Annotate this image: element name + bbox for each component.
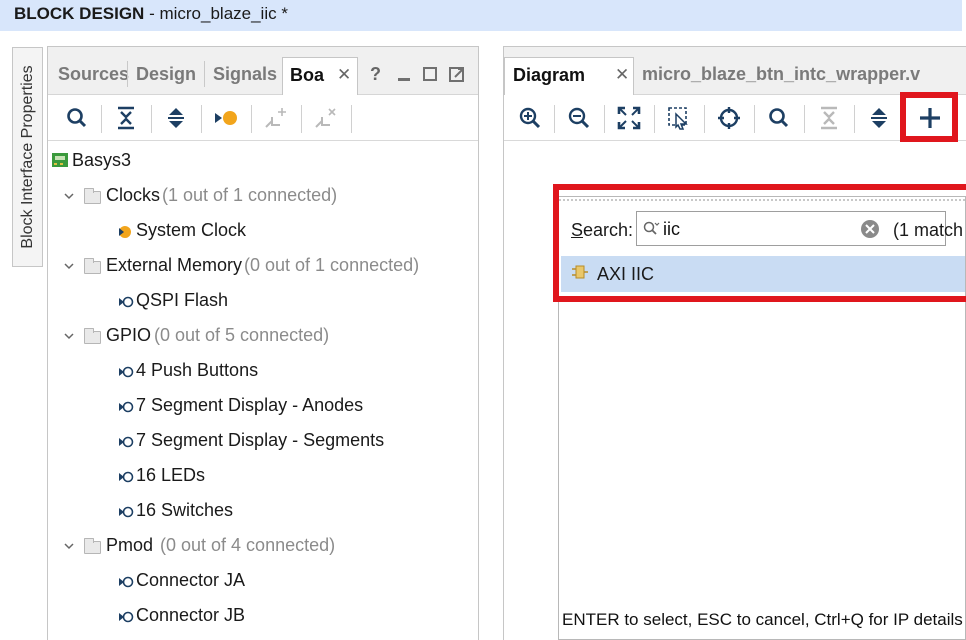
tab-divider <box>204 61 205 87</box>
close-tab-icon[interactable]: ✕ <box>615 66 629 84</box>
tab-wrapper-file[interactable]: micro_blaze_btn_intc_wrapper.v ✕ <box>642 57 942 95</box>
diagram-toolbar <box>504 95 966 141</box>
board-icon <box>52 153 68 167</box>
interface-icon <box>119 576 134 588</box>
interface-icon <box>119 296 134 308</box>
window-title: BLOCK DESIGN <box>14 4 145 23</box>
interface-icon <box>119 471 134 483</box>
interface-icon <box>119 506 134 518</box>
folder-icon <box>84 538 101 554</box>
zoom-in-icon[interactable] <box>517 105 543 131</box>
tab-board-label: Boa <box>290 65 325 85</box>
folder-icon <box>84 328 101 344</box>
group-label: GPIO <box>106 325 152 345</box>
help-icon[interactable]: ? <box>370 65 381 83</box>
folder-icon <box>84 258 101 274</box>
interface-icon <box>119 436 134 448</box>
auto-connect-icon[interactable] <box>213 105 239 131</box>
tree-root-label: Basys3 <box>72 150 132 170</box>
tab-divider <box>127 61 128 87</box>
board-panel-tabs: Sources Design Signals Boa ✕ ? <box>48 47 478 96</box>
group-status: (0 out of 5 connected) <box>154 325 330 345</box>
tab-wrapper-label: micro_blaze_btn_intc_wrapper.v <box>642 64 921 84</box>
group-label: External Memory <box>106 255 243 275</box>
group-label: Clocks <box>106 185 161 205</box>
highlight-search-box <box>553 184 966 302</box>
diagram-panel-tabs: Diagram ✕ micro_blaze_btn_intc_wrapper.v… <box>504 47 966 96</box>
window-title-bar: BLOCK DESIGN - micro_blaze_iic * <box>0 0 962 31</box>
folder-icon <box>84 188 101 204</box>
tab-signals[interactable]: Signals <box>213 57 277 95</box>
expand-icon[interactable] <box>866 105 892 131</box>
tab-diagram[interactable]: Diagram ✕ <box>504 57 634 96</box>
group-status: (0 out of 4 connected) <box>160 535 336 555</box>
tree-item-label: 7 Segment Display - Segments <box>136 430 385 450</box>
tree-item-label: QSPI Flash <box>136 290 229 310</box>
interface-icon <box>119 366 134 378</box>
chevron-down-icon[interactable] <box>64 331 74 341</box>
tree-item-label: Connector JA <box>136 570 246 590</box>
side-tab-label: Block Interface Properties <box>18 65 36 249</box>
tab-sources[interactable]: Sources <box>58 57 129 95</box>
tree-item-label: Connector JB <box>136 605 246 625</box>
minimize-icon[interactable] <box>396 65 412 83</box>
tree-item-label: 16 LEDs <box>136 465 206 485</box>
tree-item-label: System Clock <box>136 220 247 240</box>
group-status: (0 out of 1 connected) <box>244 255 420 275</box>
interface-icon <box>119 611 134 623</box>
connected-interface-icon <box>119 226 131 238</box>
board-toolbar <box>48 95 478 141</box>
collapse-all-icon[interactable] <box>113 105 139 131</box>
close-tab-icon[interactable]: ✕ <box>337 66 351 84</box>
tree-item-label: 16 Switches <box>136 500 234 520</box>
highlight-add-ip-button <box>900 92 958 142</box>
chevron-down-icon[interactable] <box>64 541 74 551</box>
window-subtitle: - micro_blaze_iic * <box>144 4 288 23</box>
search-icon[interactable] <box>64 105 90 131</box>
interface-icon <box>119 401 134 413</box>
connect-icon <box>265 108 286 128</box>
float-icon[interactable] <box>448 65 466 83</box>
group-status: (1 out of 1 connected) <box>162 185 338 205</box>
center-icon[interactable] <box>716 105 742 131</box>
tree-item-label: 4 Push Buttons <box>136 360 259 380</box>
tab-board[interactable]: Boa ✕ <box>282 57 358 96</box>
block-interface-properties-tab[interactable]: Block Interface Properties <box>12 47 43 267</box>
expand-all-icon[interactable] <box>163 105 189 131</box>
zoom-area-icon[interactable] <box>666 105 692 131</box>
tab-diagram-label: Diagram <box>513 65 586 85</box>
popup-footer-hint: ENTER to select, ESC to cancel, Ctrl+Q f… <box>562 610 963 629</box>
collapse-icon <box>821 106 837 130</box>
close-tab-icon[interactable]: ✕ <box>940 65 942 83</box>
disconnect-icon <box>315 108 336 128</box>
fit-view-icon[interactable] <box>616 105 642 131</box>
chevron-down-icon[interactable] <box>64 191 74 201</box>
tab-design[interactable]: Design <box>136 57 196 95</box>
tree-item-label: 7 Segment Display - Anodes <box>136 395 364 415</box>
chevron-down-icon[interactable] <box>64 261 74 271</box>
board-panel: Sources Design Signals Boa ✕ ? Basys3 Cl… <box>47 46 479 640</box>
restore-icon[interactable] <box>422 65 438 83</box>
search-icon[interactable] <box>766 105 792 131</box>
zoom-out-icon[interactable] <box>566 105 592 131</box>
group-label: Pmod <box>106 535 154 555</box>
